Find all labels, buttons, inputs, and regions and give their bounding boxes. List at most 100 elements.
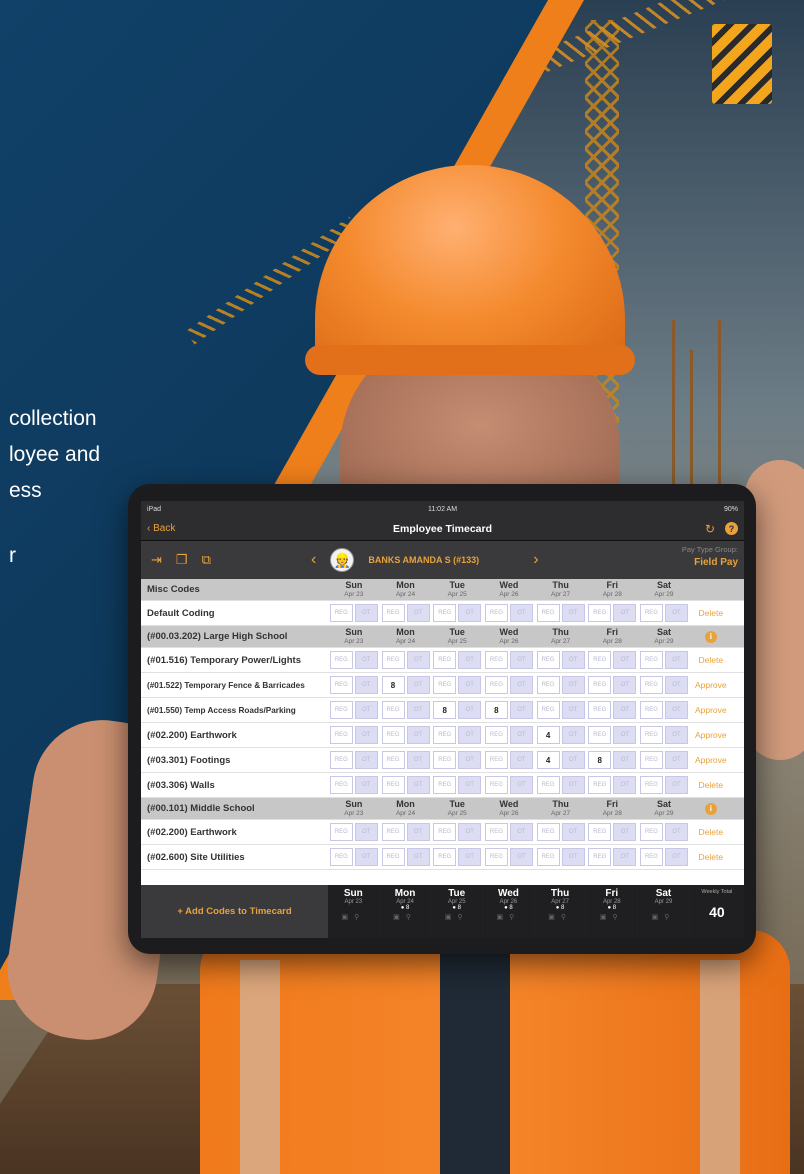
ot-hours-input[interactable]: OT	[509, 604, 533, 622]
refresh-icon[interactable]: ↻	[705, 522, 715, 536]
ot-hours-input[interactable]: OT	[354, 776, 378, 794]
ot-hours-input[interactable]: OT	[561, 701, 585, 719]
reg-hours-input[interactable]: REG	[433, 604, 457, 622]
ot-hours-input[interactable]: OT	[664, 604, 688, 622]
approve-button[interactable]: Approve	[690, 705, 732, 715]
reg-hours-input[interactable]: 8	[484, 701, 508, 719]
reg-hours-input[interactable]: REG	[484, 823, 508, 841]
reg-hours-input[interactable]: REG	[433, 823, 457, 841]
day-summary-cell[interactable]: Thu Apr 27 ● 8 ▣⚲	[534, 885, 587, 938]
reg-hours-input[interactable]: REG	[484, 751, 508, 769]
reg-hours-input[interactable]: REG	[433, 726, 457, 744]
ot-hours-input[interactable]: OT	[664, 823, 688, 841]
day-summary-cell[interactable]: Tue Apr 25 ● 8 ▣⚲	[431, 885, 484, 938]
approve-button[interactable]: Approve	[690, 755, 732, 765]
reg-hours-input[interactable]: REG	[588, 823, 612, 841]
ot-hours-input[interactable]: OT	[613, 701, 637, 719]
reg-hours-input[interactable]: REG	[639, 848, 663, 866]
ot-hours-input[interactable]: OT	[613, 848, 637, 866]
ot-hours-input[interactable]: OT	[406, 651, 430, 669]
ot-hours-input[interactable]: OT	[664, 776, 688, 794]
day-summary-cell[interactable]: Mon Apr 24 ● 8 ▣⚲	[379, 885, 432, 938]
reg-hours-input[interactable]: REG	[588, 776, 612, 794]
info-icon[interactable]: i	[704, 802, 717, 815]
ot-hours-input[interactable]: OT	[561, 604, 585, 622]
reg-hours-input[interactable]: REG	[536, 676, 560, 694]
reg-hours-input[interactable]: REG	[329, 751, 353, 769]
ot-hours-input[interactable]: OT	[509, 651, 533, 669]
ot-hours-input[interactable]: OT	[406, 604, 430, 622]
add-codes-button[interactable]: + Add Codes to Timecard	[141, 885, 328, 938]
ot-hours-input[interactable]: OT	[561, 776, 585, 794]
ot-hours-input[interactable]: OT	[664, 676, 688, 694]
ot-hours-input[interactable]: OT	[664, 848, 688, 866]
ot-hours-input[interactable]: OT	[406, 726, 430, 744]
reg-hours-input[interactable]: REG	[329, 848, 353, 866]
reg-hours-input[interactable]: REG	[536, 776, 560, 794]
ot-hours-input[interactable]: OT	[509, 848, 533, 866]
reg-hours-input[interactable]: REG	[329, 701, 353, 719]
ot-hours-input[interactable]: OT	[613, 823, 637, 841]
reg-hours-input[interactable]: REG	[329, 823, 353, 841]
ot-hours-input[interactable]: OT	[354, 701, 378, 719]
reg-hours-input[interactable]: REG	[588, 848, 612, 866]
reg-hours-input[interactable]: REG	[433, 848, 457, 866]
ot-hours-input[interactable]: OT	[664, 726, 688, 744]
ot-hours-input[interactable]: OT	[561, 823, 585, 841]
approve-button[interactable]: Approve	[690, 730, 732, 740]
reg-hours-input[interactable]: REG	[381, 823, 405, 841]
delete-button[interactable]: Delete	[690, 608, 732, 618]
ot-hours-input[interactable]: OT	[509, 751, 533, 769]
ot-hours-input[interactable]: OT	[561, 676, 585, 694]
approve-button[interactable]: Approve	[690, 680, 732, 690]
reg-hours-input[interactable]: REG	[484, 848, 508, 866]
delete-button[interactable]: Delete	[690, 780, 732, 790]
reg-hours-input[interactable]: 8	[588, 751, 612, 769]
ot-hours-input[interactable]: OT	[406, 701, 430, 719]
ot-hours-input[interactable]: OT	[406, 823, 430, 841]
reg-hours-input[interactable]: REG	[329, 651, 353, 669]
reg-hours-input[interactable]: REG	[536, 701, 560, 719]
ot-hours-input[interactable]: OT	[613, 651, 637, 669]
ot-hours-input[interactable]: OT	[458, 726, 482, 744]
back-button[interactable]: ‹ Back	[147, 523, 227, 534]
ot-hours-input[interactable]: OT	[561, 651, 585, 669]
reg-hours-input[interactable]: REG	[536, 848, 560, 866]
reg-hours-input[interactable]: REG	[381, 701, 405, 719]
help-icon[interactable]: ?	[725, 522, 738, 535]
reg-hours-input[interactable]: 8	[433, 701, 457, 719]
ot-hours-input[interactable]: OT	[613, 604, 637, 622]
reg-hours-input[interactable]: 4	[536, 726, 560, 744]
ot-hours-input[interactable]: OT	[406, 676, 430, 694]
ot-hours-input[interactable]: OT	[354, 726, 378, 744]
sign-in-icon[interactable]: ⇥	[151, 552, 162, 568]
previous-employee-icon[interactable]: ‹	[311, 551, 316, 569]
reg-hours-input[interactable]: REG	[484, 604, 508, 622]
reg-hours-input[interactable]: REG	[484, 776, 508, 794]
ot-hours-input[interactable]: OT	[354, 848, 378, 866]
reg-hours-input[interactable]: REG	[433, 651, 457, 669]
reg-hours-input[interactable]: REG	[639, 676, 663, 694]
ot-hours-input[interactable]: OT	[406, 751, 430, 769]
reg-hours-input[interactable]: REG	[484, 651, 508, 669]
reg-hours-input[interactable]: REG	[381, 776, 405, 794]
ot-hours-input[interactable]: OT	[354, 676, 378, 694]
reg-hours-input[interactable]: REG	[588, 651, 612, 669]
reg-hours-input[interactable]: REG	[639, 701, 663, 719]
ot-hours-input[interactable]: OT	[664, 751, 688, 769]
reg-hours-input[interactable]: REG	[639, 823, 663, 841]
reg-hours-input[interactable]: REG	[484, 726, 508, 744]
ot-hours-input[interactable]: OT	[561, 751, 585, 769]
ot-hours-input[interactable]: OT	[354, 751, 378, 769]
reg-hours-input[interactable]: 4	[536, 751, 560, 769]
ot-hours-input[interactable]: OT	[561, 726, 585, 744]
reg-hours-input[interactable]: REG	[639, 726, 663, 744]
reg-hours-input[interactable]: REG	[639, 651, 663, 669]
reg-hours-input[interactable]: REG	[588, 604, 612, 622]
ot-hours-input[interactable]: OT	[458, 751, 482, 769]
reg-hours-input[interactable]: REG	[381, 726, 405, 744]
reg-hours-input[interactable]: REG	[536, 823, 560, 841]
delete-button[interactable]: Delete	[690, 655, 732, 665]
reg-hours-input[interactable]: REG	[536, 651, 560, 669]
ot-hours-input[interactable]: OT	[561, 848, 585, 866]
